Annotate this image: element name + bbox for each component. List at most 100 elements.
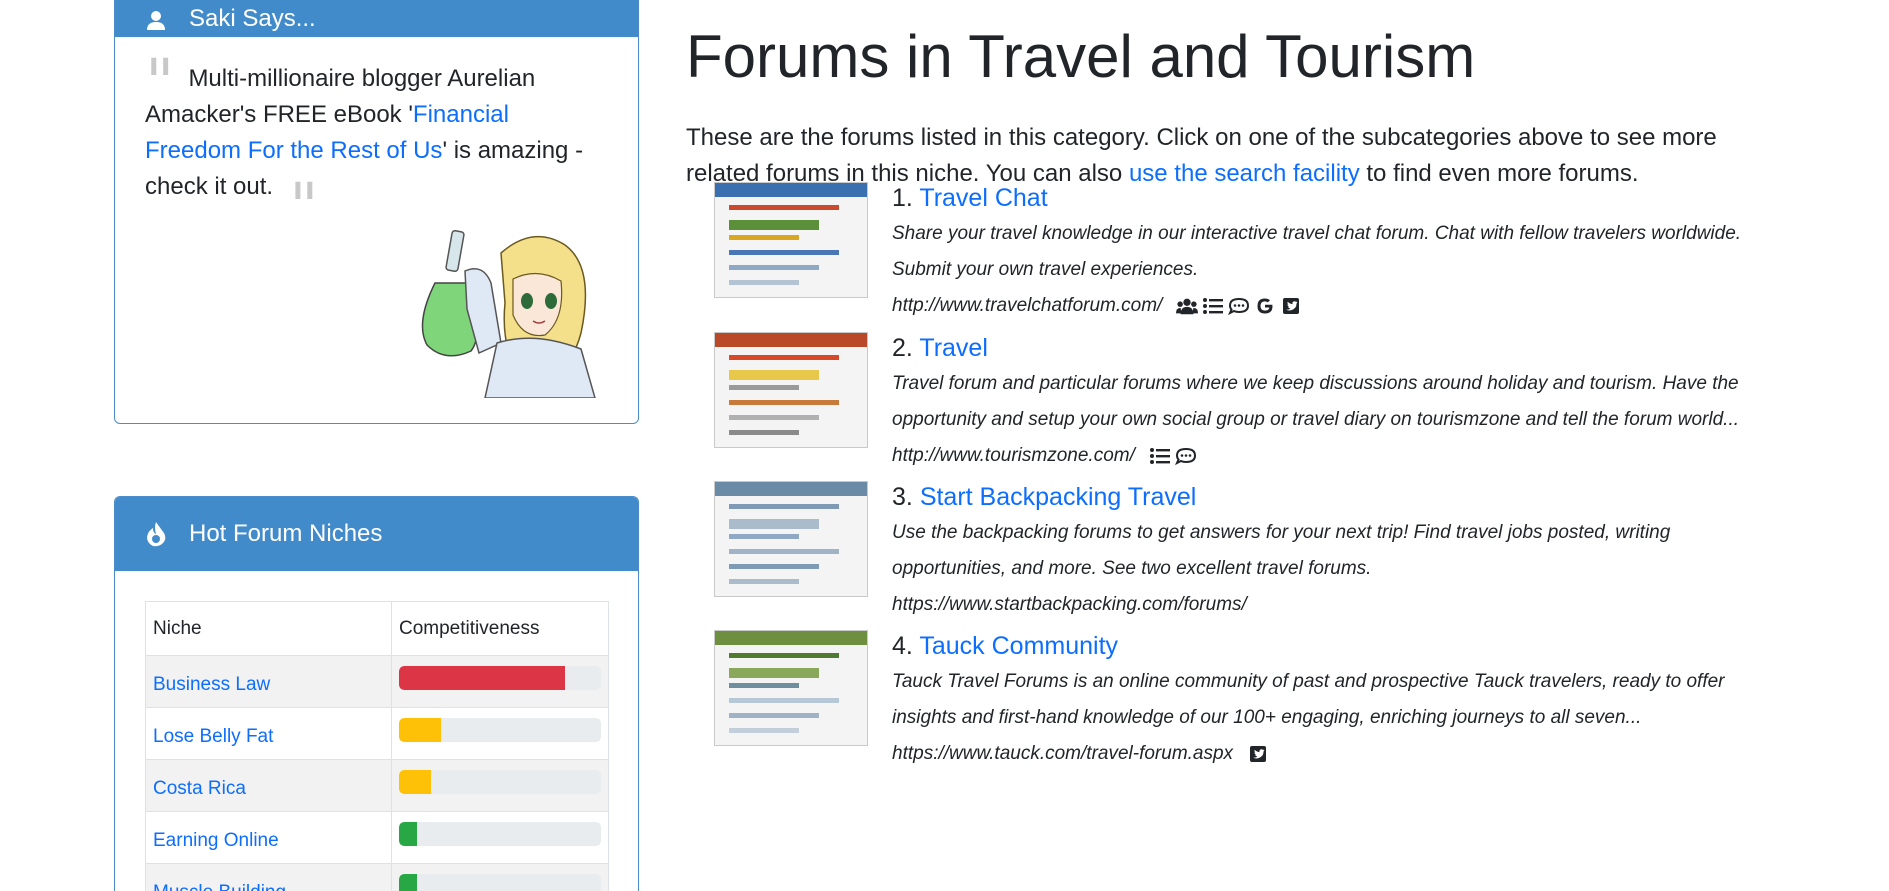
niche-link[interactable]: Costa Rica <box>153 778 246 799</box>
thumbnail-content-line <box>729 564 819 569</box>
competitiveness-bar-fill <box>399 873 418 891</box>
forum-feature-icons <box>1149 446 1197 466</box>
niche-cell: Earning Online <box>145 811 392 864</box>
forum-description: Use the backpacking forums to get answer… <box>892 522 1671 579</box>
thumbnail-content-line <box>729 579 799 584</box>
thumbnail-header-band <box>715 631 867 645</box>
competitiveness-cell <box>391 863 609 891</box>
forum-url-row: http://www.travelchatforum.com/ <box>892 288 1772 324</box>
forum-number: 4. <box>892 632 913 660</box>
forum-number: 2. <box>892 334 913 362</box>
niche-cell: Costa Rica <box>145 759 392 812</box>
thumbnail-content-line <box>729 713 819 718</box>
thumbnail-content-line <box>729 400 839 405</box>
forum-link[interactable]: Start Backpacking Travel <box>920 483 1197 511</box>
thumbnail-content-line <box>729 519 819 529</box>
competitiveness-bar <box>399 717 601 742</box>
forum-link[interactable]: Travel Chat <box>919 184 1047 212</box>
forum-url-row: https://www.tauck.com/travel-forum.aspx <box>892 736 1772 772</box>
thumbnail-content-line <box>729 668 819 678</box>
thumbnail-content-line <box>729 205 839 210</box>
forum-number: 3. <box>892 483 913 511</box>
forum-thumbnail[interactable] <box>714 332 868 448</box>
forum-item: 2. Travel Travel forum and particular for… <box>714 330 1774 500</box>
forum-thumbnail[interactable] <box>714 182 868 298</box>
thumbnail-content-line <box>729 370 819 380</box>
niche-link[interactable]: Lose Belly Fat <box>153 726 273 747</box>
competitiveness-cell <box>391 811 609 864</box>
thumbnail-content-line <box>729 683 799 688</box>
user-icon <box>143 7 169 33</box>
thumbnail-content-line <box>729 728 799 733</box>
forum-link[interactable]: Travel <box>919 334 988 362</box>
open-quote-icon: " <box>145 46 175 120</box>
thumbnail-content-line <box>729 504 839 509</box>
forum-description: Travel forum and particular forums where… <box>892 373 1740 430</box>
niche-link[interactable]: Muscle Building <box>153 882 286 891</box>
thumbnail-content-line <box>729 430 799 435</box>
competitiveness-bar-fill <box>399 821 418 846</box>
forum-body: 3. Start Backpacking Travel Use the backp… <box>892 479 1772 623</box>
thumbnail-header-band <box>715 333 867 347</box>
twitter-square-icon <box>1247 744 1269 764</box>
competitiveness-bar-fill <box>399 717 442 742</box>
forum-body: 2. Travel Travel forum and particular for… <box>892 330 1772 474</box>
niche-cell: Muscle Building <box>145 863 392 891</box>
forum-url: https://www.startbackpacking.com/forums/ <box>892 594 1247 615</box>
competitiveness-cell <box>391 707 609 760</box>
competitiveness-bar <box>399 769 601 794</box>
fire-icon <box>143 521 169 547</box>
forum-description: Share your travel knowledge in our inter… <box>892 223 1742 280</box>
thumbnail-header-band <box>715 183 867 197</box>
niche-row: Costa Rica <box>145 759 609 812</box>
forum-number: 1. <box>892 184 913 212</box>
competitiveness-bar <box>399 821 601 846</box>
forum-url-row: https://www.startbackpacking.com/forums/ <box>892 587 1772 623</box>
niche-row: Business Law <box>145 655 609 708</box>
thumbnail-content-line <box>729 534 799 539</box>
thumbnail-header-band <box>715 482 867 496</box>
forum-url-row: http://www.tourismzone.com/ <box>892 438 1772 474</box>
forum-item: 3. Start Backpacking Travel Use the backp… <box>714 479 1774 649</box>
forum-title: 1. Travel Chat <box>892 180 1772 216</box>
forum-body: 1. Travel Chat Share your travel knowledg… <box>892 180 1772 324</box>
users-icon <box>1176 296 1199 316</box>
niche-row: Earning Online <box>145 811 609 864</box>
forum-title: 3. Start Backpacking Travel <box>892 479 1772 515</box>
niche-row: Muscle Building <box>145 863 609 891</box>
competitiveness-bar <box>399 873 601 891</box>
forum-title: 2. Travel <box>892 330 1772 366</box>
niche-cell: Lose Belly Fat <box>145 707 392 760</box>
forum-url: https://www.tauck.com/travel-forum.aspx <box>892 743 1234 764</box>
niche-column-header: Niche <box>145 601 392 656</box>
forum-link[interactable]: Tauck Community <box>919 632 1118 660</box>
thumbnail-content-line <box>729 355 839 360</box>
niche-row: Lose Belly Fat <box>145 707 609 760</box>
competitiveness-bar-fill <box>399 665 565 690</box>
forum-body: 4. Tauck Community Tauck Travel Forums is… <box>892 628 1772 772</box>
list-icon <box>1149 446 1171 466</box>
forum-url: http://www.travelchatforum.com/ <box>892 295 1163 316</box>
twitter-square-icon <box>1280 296 1302 316</box>
niche-link[interactable]: Business Law <box>153 674 270 695</box>
saki-mascot-image <box>421 229 596 398</box>
niche-cell: Business Law <box>145 655 392 708</box>
list-icon <box>1202 296 1224 316</box>
page-title: Forums in Travel and Tourism <box>686 23 1476 90</box>
forum-item: 1. Travel Chat Share your travel knowledg… <box>714 180 1774 350</box>
competitiveness-cell <box>391 655 609 708</box>
thumbnail-content-line <box>729 415 819 420</box>
saki-says-header: Saki Says... <box>115 0 638 37</box>
forum-thumbnail[interactable] <box>714 630 868 746</box>
thumbnail-content-line <box>729 250 839 255</box>
competitiveness-cell <box>391 759 609 812</box>
competitiveness-bar <box>399 665 601 690</box>
forum-description: Tauck Travel Forums is an online communi… <box>892 671 1725 728</box>
niche-link[interactable]: Earning Online <box>153 830 279 851</box>
saki-quote: " Multi-millionaire blogger Aurelian Amac… <box>145 51 605 239</box>
niches-table: Niche Competitiveness Business Law Lose B… <box>145 601 609 891</box>
thumbnail-content-line <box>729 265 819 270</box>
thumbnail-content-line <box>729 235 799 240</box>
google-icon <box>1254 296 1276 316</box>
forum-thumbnail[interactable] <box>714 481 868 597</box>
